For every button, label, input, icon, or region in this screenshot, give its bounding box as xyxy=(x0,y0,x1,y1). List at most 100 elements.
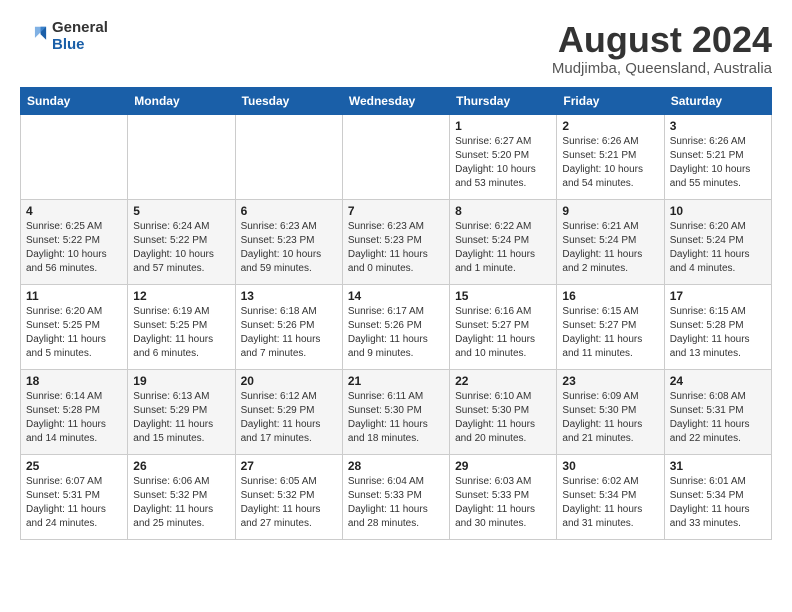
calendar-cell: 13Sunrise: 6:18 AMSunset: 5:26 PMDayligh… xyxy=(235,284,342,369)
calendar-week-row: 4 Sunrise: 6:25 AMSunset: 5:22 PMDaylight… xyxy=(21,199,772,284)
day-header-sunday: Sunday xyxy=(21,87,128,114)
day-number: 5 xyxy=(133,204,229,218)
day-info: Sunrise: 6:24 AMSunset: 5:22 PMDaylight:… xyxy=(133,220,229,276)
day-number: 9 xyxy=(562,204,658,218)
day-info: Sunrise: 6:08 AMSunset: 5:31 PMDaylight:… xyxy=(670,390,766,446)
day-number: 30 xyxy=(562,459,658,473)
day-info: Sunrise: 6:06 AMSunset: 5:32 PMDaylight:… xyxy=(133,475,229,531)
calendar-cell: 5 Sunrise: 6:24 AMSunset: 5:22 PMDaylight… xyxy=(128,199,235,284)
calendar-cell: 1Sunrise: 6:27 AMSunset: 5:20 PMDaylight… xyxy=(450,114,557,199)
day-header-friday: Friday xyxy=(557,87,664,114)
day-info: Sunrise: 6:16 AMSunset: 5:27 PMDaylight:… xyxy=(455,305,551,361)
day-header-tuesday: Tuesday xyxy=(235,87,342,114)
calendar-cell xyxy=(342,114,449,199)
day-number: 25 xyxy=(26,459,122,473)
day-info: Sunrise: 6:27 AMSunset: 5:20 PMDaylight:… xyxy=(455,135,551,191)
day-info: Sunrise: 6:25 AMSunset: 5:22 PMDaylight:… xyxy=(26,220,122,276)
calendar-cell: 8Sunrise: 6:22 AMSunset: 5:24 PMDaylight… xyxy=(450,199,557,284)
calendar-cell: 11 Sunrise: 6:20 AMSunset: 5:25 PMDayligh… xyxy=(21,284,128,369)
day-number: 6 xyxy=(241,204,337,218)
day-number: 18 xyxy=(26,374,122,388)
calendar-cell xyxy=(21,114,128,199)
day-number: 20 xyxy=(241,374,337,388)
day-info: Sunrise: 6:05 AMSunset: 5:32 PMDaylight:… xyxy=(241,475,337,531)
day-number: 13 xyxy=(241,289,337,303)
calendar-cell: 10 Sunrise: 6:20 AMSunset: 5:24 PMDayligh… xyxy=(664,199,771,284)
logo-general: General xyxy=(52,20,108,37)
calendar-cell: 28Sunrise: 6:04 AMSunset: 5:33 PMDayligh… xyxy=(342,454,449,539)
calendar-cell: 12 Sunrise: 6:19 AMSunset: 5:25 PMDayligh… xyxy=(128,284,235,369)
day-number: 10 xyxy=(670,204,766,218)
calendar-cell xyxy=(128,114,235,199)
calendar-cell: 24 Sunrise: 6:08 AMSunset: 5:31 PMDayligh… xyxy=(664,369,771,454)
calendar-cell: 18 Sunrise: 6:14 AMSunset: 5:28 PMDayligh… xyxy=(21,369,128,454)
day-number: 11 xyxy=(26,289,122,303)
calendar-cell: 9 Sunrise: 6:21 AMSunset: 5:24 PMDaylight… xyxy=(557,199,664,284)
calendar-cell: 31 Sunrise: 6:01 AMSunset: 5:34 PMDayligh… xyxy=(664,454,771,539)
calendar-week-row: 25 Sunrise: 6:07 AMSunset: 5:31 PMDayligh… xyxy=(21,454,772,539)
day-header-wednesday: Wednesday xyxy=(342,87,449,114)
title-block: August 2024 Mudjimba, Queensland, Austra… xyxy=(552,20,772,77)
calendar-cell: 27 Sunrise: 6:05 AMSunset: 5:32 PMDayligh… xyxy=(235,454,342,539)
calendar-week-row: 1Sunrise: 6:27 AMSunset: 5:20 PMDaylight… xyxy=(21,114,772,199)
logo-icon xyxy=(20,23,48,51)
day-number: 27 xyxy=(241,459,337,473)
day-number: 7 xyxy=(348,204,444,218)
main-title: August 2024 xyxy=(552,20,772,60)
day-info: Sunrise: 6:11 AMSunset: 5:30 PMDaylight:… xyxy=(348,390,444,446)
day-header-monday: Monday xyxy=(128,87,235,114)
day-info: Sunrise: 6:12 AMSunset: 5:29 PMDaylight:… xyxy=(241,390,337,446)
calendar-cell: 2Sunrise: 6:26 AMSunset: 5:21 PMDaylight… xyxy=(557,114,664,199)
day-info: Sunrise: 6:23 AMSunset: 5:23 PMDaylight:… xyxy=(241,220,337,276)
calendar-week-row: 11 Sunrise: 6:20 AMSunset: 5:25 PMDayligh… xyxy=(21,284,772,369)
calendar-cell: 30Sunrise: 6:02 AMSunset: 5:34 PMDayligh… xyxy=(557,454,664,539)
calendar-cell: 16 Sunrise: 6:15 AMSunset: 5:27 PMDayligh… xyxy=(557,284,664,369)
day-info: Sunrise: 6:20 AMSunset: 5:25 PMDaylight:… xyxy=(26,305,122,361)
calendar-cell: 26 Sunrise: 6:06 AMSunset: 5:32 PMDayligh… xyxy=(128,454,235,539)
day-info: Sunrise: 6:22 AMSunset: 5:24 PMDaylight:… xyxy=(455,220,551,276)
day-number: 4 xyxy=(26,204,122,218)
day-number: 29 xyxy=(455,459,551,473)
day-info: Sunrise: 6:07 AMSunset: 5:31 PMDaylight:… xyxy=(26,475,122,531)
logo: General Blue xyxy=(20,20,108,53)
calendar-cell: 21 Sunrise: 6:11 AMSunset: 5:30 PMDayligh… xyxy=(342,369,449,454)
calendar-cell: 14 Sunrise: 6:17 AMSunset: 5:26 PMDayligh… xyxy=(342,284,449,369)
day-info: Sunrise: 6:26 AMSunset: 5:21 PMDaylight:… xyxy=(670,135,766,191)
page-header: General Blue August 2024 Mudjimba, Queen… xyxy=(20,20,772,77)
day-number: 2 xyxy=(562,119,658,133)
calendar-header-row: SundayMondayTuesdayWednesdayThursdayFrid… xyxy=(21,87,772,114)
day-number: 24 xyxy=(670,374,766,388)
day-info: Sunrise: 6:15 AMSunset: 5:27 PMDaylight:… xyxy=(562,305,658,361)
calendar-cell: 15Sunrise: 6:16 AMSunset: 5:27 PMDayligh… xyxy=(450,284,557,369)
day-number: 19 xyxy=(133,374,229,388)
day-info: Sunrise: 6:23 AMSunset: 5:23 PMDaylight:… xyxy=(348,220,444,276)
day-header-saturday: Saturday xyxy=(664,87,771,114)
day-info: Sunrise: 6:03 AMSunset: 5:33 PMDaylight:… xyxy=(455,475,551,531)
calendar-cell xyxy=(235,114,342,199)
day-info: Sunrise: 6:15 AMSunset: 5:28 PMDaylight:… xyxy=(670,305,766,361)
day-info: Sunrise: 6:01 AMSunset: 5:34 PMDaylight:… xyxy=(670,475,766,531)
day-number: 31 xyxy=(670,459,766,473)
day-number: 17 xyxy=(670,289,766,303)
calendar-cell: 29 Sunrise: 6:03 AMSunset: 5:33 PMDayligh… xyxy=(450,454,557,539)
calendar-cell: 6 Sunrise: 6:23 AMSunset: 5:23 PMDaylight… xyxy=(235,199,342,284)
day-number: 26 xyxy=(133,459,229,473)
day-number: 3 xyxy=(670,119,766,133)
day-number: 16 xyxy=(562,289,658,303)
day-info: Sunrise: 6:14 AMSunset: 5:28 PMDaylight:… xyxy=(26,390,122,446)
calendar-cell: 19Sunrise: 6:13 AMSunset: 5:29 PMDayligh… xyxy=(128,369,235,454)
calendar-cell: 25 Sunrise: 6:07 AMSunset: 5:31 PMDayligh… xyxy=(21,454,128,539)
calendar-cell: 23Sunrise: 6:09 AMSunset: 5:30 PMDayligh… xyxy=(557,369,664,454)
day-info: Sunrise: 6:19 AMSunset: 5:25 PMDaylight:… xyxy=(133,305,229,361)
day-info: Sunrise: 6:21 AMSunset: 5:24 PMDaylight:… xyxy=(562,220,658,276)
day-number: 12 xyxy=(133,289,229,303)
day-info: Sunrise: 6:17 AMSunset: 5:26 PMDaylight:… xyxy=(348,305,444,361)
day-info: Sunrise: 6:20 AMSunset: 5:24 PMDaylight:… xyxy=(670,220,766,276)
calendar-week-row: 18 Sunrise: 6:14 AMSunset: 5:28 PMDayligh… xyxy=(21,369,772,454)
day-number: 14 xyxy=(348,289,444,303)
day-number: 21 xyxy=(348,374,444,388)
calendar-cell: 20 Sunrise: 6:12 AMSunset: 5:29 PMDayligh… xyxy=(235,369,342,454)
calendar-cell: 22Sunrise: 6:10 AMSunset: 5:30 PMDayligh… xyxy=(450,369,557,454)
day-info: Sunrise: 6:09 AMSunset: 5:30 PMDaylight:… xyxy=(562,390,658,446)
logo-text: General Blue xyxy=(52,20,108,53)
